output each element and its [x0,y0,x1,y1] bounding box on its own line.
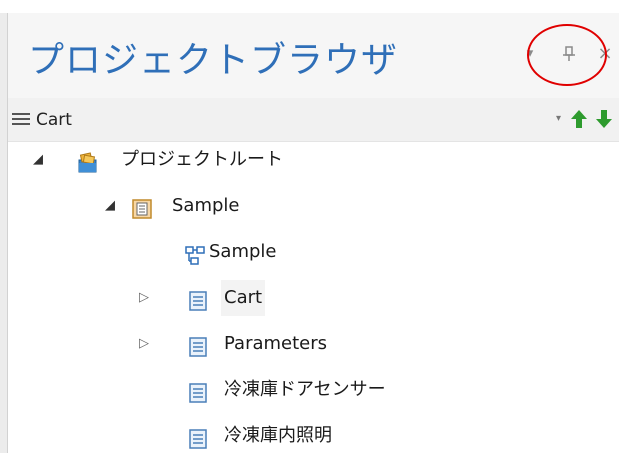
project-browser-panel: プロジェクトブラウザ ▾ × Cart ▾ ◢ プロジェクトルート ◢ Samp… [8,13,619,453]
tree-node-package-sample[interactable]: ◢ Sample [8,188,619,224]
pin-icon[interactable] [559,43,579,65]
project-tree: ◢ プロジェクトルート ◢ Sample Sample ▷ Cart ▷ Par… [8,142,619,453]
collapsed-triangle-icon[interactable]: ▷ [136,326,152,362]
tree-node-diagram-sample[interactable]: Sample [8,234,619,270]
class-icon [188,380,208,403]
package-icon [132,196,152,219]
panel-title: プロジェクトブラウザ [28,40,399,81]
tree-node-label: 冷凍庫内照明 [224,425,332,446]
hamburger-icon[interactable] [12,112,30,126]
tree-node-label: Sample [172,195,240,216]
tree-node-label: Parameters [224,333,328,354]
tree-node-label: Sample [209,241,277,262]
class-icon [188,334,208,357]
tree-node-freezer-interior-light[interactable]: 冷凍庫内照明 [8,418,619,454]
expanded-triangle-icon[interactable]: ◢ [30,142,46,178]
tree-node-label: Cart [221,280,266,316]
tree-node-cart[interactable]: ▷ Cart [8,280,619,316]
move-up-arrow-icon[interactable] [570,109,588,129]
class-icon [188,426,208,449]
expanded-triangle-icon[interactable]: ◢ [102,188,118,224]
tree-node-label: プロジェクトルート [121,149,283,170]
toolbar-dropdown-icon[interactable]: ▾ [556,113,561,124]
current-package-label[interactable]: Cart [36,110,72,130]
tree-node-project-root[interactable]: ◢ プロジェクトルート [8,142,619,178]
window-left-border [0,13,8,453]
tree-node-label: 冷凍庫ドアセンサー [224,379,386,400]
project-root-icon [77,150,97,173]
diagram-icon [185,242,205,265]
tree-node-freezer-door-sensor[interactable]: 冷凍庫ドアセンサー [8,372,619,408]
tree-node-parameters[interactable]: ▷ Parameters [8,326,619,362]
top-margin [0,0,619,13]
collapsed-triangle-icon[interactable]: ▷ [136,280,152,316]
move-down-arrow-icon[interactable] [595,109,613,129]
browser-toolbar: Cart ▾ [8,98,619,142]
panel-menu-dropdown-icon[interactable]: ▾ [520,43,540,65]
class-icon [188,288,208,311]
panel-title-bar: プロジェクトブラウザ ▾ × [8,13,619,98]
close-icon[interactable]: × [595,43,615,65]
